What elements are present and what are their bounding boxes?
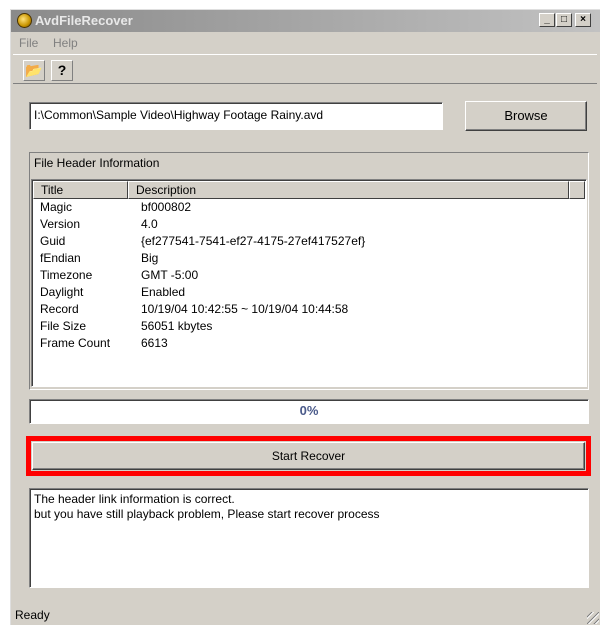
help-icon[interactable]: ? bbox=[51, 60, 73, 81]
column-description[interactable]: Description bbox=[128, 181, 569, 199]
log-output[interactable]: The header link information is correct. … bbox=[29, 488, 589, 588]
start-recover-button[interactable]: Start Recover bbox=[32, 442, 585, 470]
row-description: 4.0 bbox=[141, 217, 158, 231]
log-line: The header link information is correct. bbox=[34, 492, 235, 506]
menu-bar: File Help bbox=[11, 33, 600, 52]
log-line: but you have still playback problem, Ple… bbox=[34, 507, 380, 521]
app-window: AvdFileRecover _ □ × File Help 📂 ? I:\Co… bbox=[10, 9, 600, 625]
row-title: Magic bbox=[40, 200, 73, 214]
row-description: Big bbox=[141, 251, 159, 265]
title-bar: AvdFileRecover _ □ × bbox=[11, 10, 600, 32]
maximize-button[interactable]: □ bbox=[556, 13, 572, 27]
progress-bar: 0% bbox=[29, 399, 589, 424]
row-title: Frame Count bbox=[40, 336, 111, 350]
row-description: {ef277541-7541-ef27-4175-27ef417527ef} bbox=[141, 234, 366, 248]
row-title: Version bbox=[40, 217, 81, 231]
column-filler bbox=[569, 181, 585, 199]
row-title: Record bbox=[40, 302, 79, 316]
minimize-button[interactable]: _ bbox=[539, 13, 555, 27]
row-title: File Size bbox=[40, 319, 87, 333]
toolbar: 📂 ? bbox=[13, 54, 597, 84]
open-folder-icon[interactable]: 📂 bbox=[23, 60, 45, 81]
row-title: Guid bbox=[40, 234, 66, 248]
status-bar: Ready bbox=[11, 606, 600, 626]
row-description: bf000802 bbox=[141, 200, 192, 214]
file-path-input[interactable]: I:\Common\Sample Video\Highway Footage R… bbox=[29, 102, 443, 130]
row-description: GMT -5:00 bbox=[141, 268, 199, 282]
progress-percent: 0% bbox=[299, 403, 319, 418]
window-title: AvdFileRecover bbox=[35, 13, 133, 28]
resize-grip-icon[interactable] bbox=[587, 612, 599, 624]
row-description: 10/19/04 10:42:55 ~ 10/19/04 10:44:58 bbox=[141, 302, 349, 316]
file-header-title: File Header Information bbox=[34, 156, 160, 170]
header-listview[interactable]: Title Description Magic bf000802 Version… bbox=[31, 179, 587, 387]
menu-help[interactable]: Help bbox=[53, 36, 78, 50]
menu-file[interactable]: File bbox=[19, 36, 38, 50]
column-title[interactable]: Title bbox=[33, 181, 128, 199]
close-button[interactable]: × bbox=[575, 13, 591, 27]
browse-button[interactable]: Browse bbox=[465, 101, 587, 131]
file-header-group: File Header Information Title Descriptio… bbox=[29, 152, 589, 390]
row-title: fEndian bbox=[40, 251, 81, 265]
row-description: 56051 kbytes bbox=[141, 319, 213, 333]
row-description: 6613 bbox=[141, 336, 168, 350]
row-title: Timezone bbox=[40, 268, 93, 282]
listview-header: Title Description bbox=[33, 181, 585, 199]
row-description: Enabled bbox=[141, 285, 186, 299]
row-title: Daylight bbox=[40, 285, 84, 299]
app-icon bbox=[17, 13, 32, 28]
status-text: Ready bbox=[15, 608, 50, 622]
